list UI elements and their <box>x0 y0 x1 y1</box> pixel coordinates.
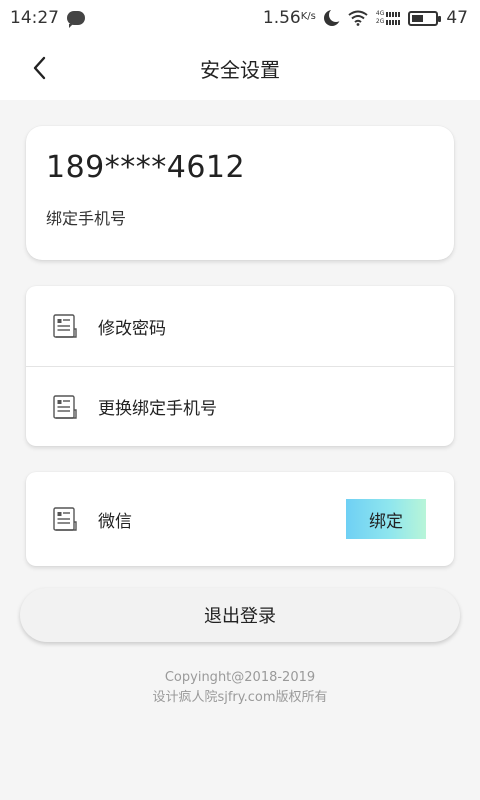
logout-button[interactable]: 退出登录 <box>20 588 460 642</box>
status-bar: 14:27 1.56K/s 4G 2G 47 <box>0 0 480 36</box>
chevron-left-icon <box>33 56 46 80</box>
copyright-line-2: 设计疯人院sjfry.com版权所有 <box>152 690 328 705</box>
document-icon <box>53 394 77 419</box>
wechat-card: 微信 绑定 <box>26 472 454 566</box>
page-title: 安全设置 <box>200 57 280 82</box>
chat-bubble-icon <box>67 11 85 28</box>
phone-caption: 绑定手机号 <box>46 209 127 228</box>
battery-percent: 47 <box>446 8 468 28</box>
moon-icon <box>323 8 343 26</box>
status-time: 14:27 <box>10 8 59 28</box>
network-speed-value: 1.56 <box>262 8 301 28</box>
bound-phone-card: 189****4612 绑定手机号 <box>26 126 454 260</box>
change-password-item[interactable]: 修改密码 <box>26 286 454 366</box>
copyright-line-1: Copyinght@2018-2019 <box>164 670 316 685</box>
change-phone-label: 更换绑定手机号 <box>98 399 217 419</box>
document-icon <box>53 507 77 531</box>
document-icon <box>53 314 77 338</box>
signal-icon: 4G 2G <box>375 10 401 25</box>
wechat-label: 微信 <box>98 511 132 532</box>
signal-row-top: 4G <box>375 10 401 17</box>
signal-label-top: 4G <box>375 10 385 17</box>
signal-bars-top <box>386 11 401 17</box>
network-speed: 1.56K/s <box>263 8 316 28</box>
battery-fill <box>412 14 423 22</box>
back-button[interactable] <box>22 50 58 86</box>
status-right: 1.56K/s 4G 2G 47 <box>263 8 468 28</box>
signal-label-bottom: 2G <box>375 18 385 25</box>
signal-bars-bottom <box>386 19 401 25</box>
change-phone-item[interactable]: 更换绑定手机号 <box>26 366 454 446</box>
phone-number: 189****4612 <box>46 150 246 185</box>
battery-icon <box>408 10 442 26</box>
nav-bar: 安全设置 <box>0 36 480 100</box>
change-password-label: 修改密码 <box>98 318 166 339</box>
status-left: 14:27 <box>10 8 85 28</box>
signal-row-bottom: 2G <box>375 18 401 25</box>
wechat-item: 微信 绑定 <box>26 472 454 566</box>
bind-wechat-button[interactable]: 绑定 <box>346 499 426 539</box>
network-speed-unit: K/s <box>300 11 316 22</box>
wifi-icon <box>348 10 368 26</box>
security-menu: 修改密码 更换绑定手机号 <box>26 286 454 446</box>
